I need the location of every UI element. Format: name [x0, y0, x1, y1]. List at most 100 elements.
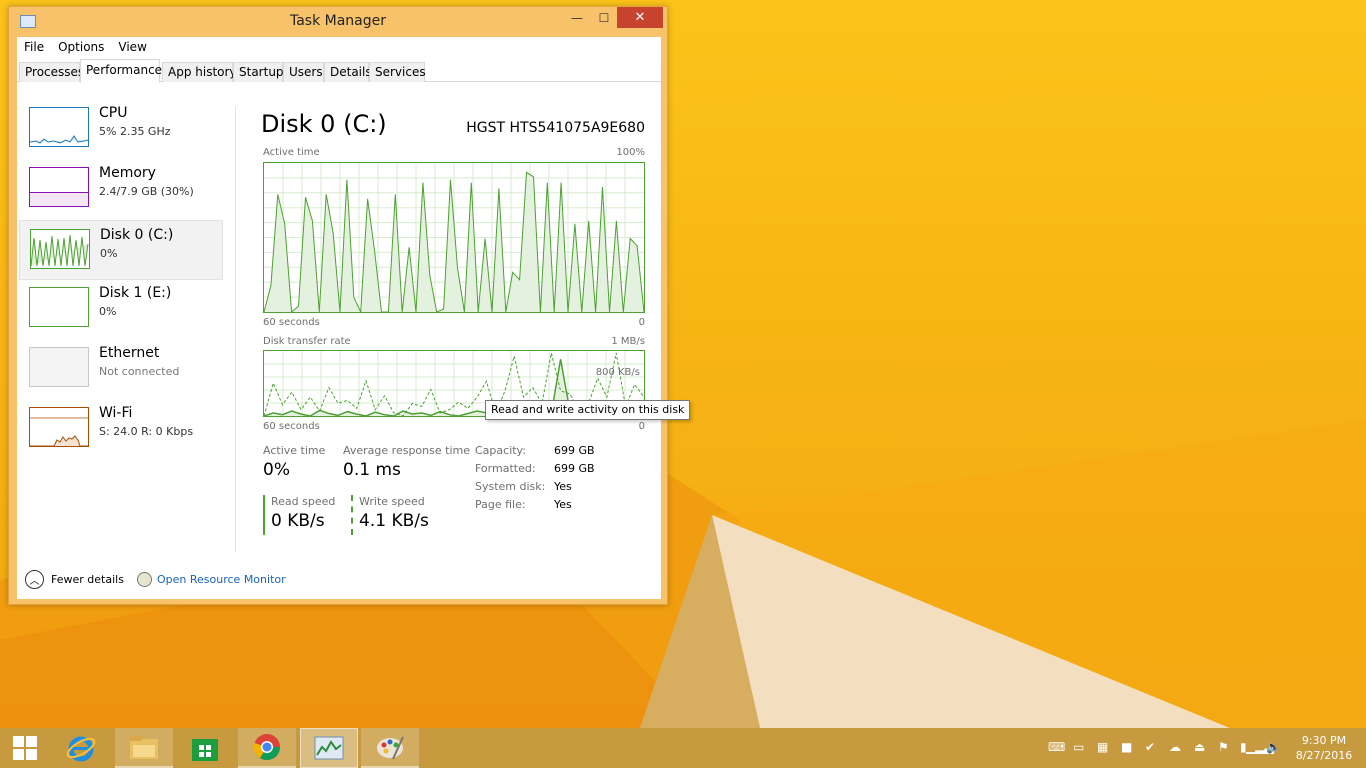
sidebar-item-memory[interactable]: Memory 2.4/7.9 GB (30%)	[19, 159, 223, 219]
sidebar-sub-cpu: 5% 2.35 GHz	[99, 125, 171, 138]
sidebar-divider	[235, 107, 236, 552]
active-time-chart	[264, 163, 644, 312]
menu-bar: File Options View	[17, 37, 661, 59]
taskbar-file-explorer[interactable]	[115, 728, 173, 768]
disk0-thumbnail-graph	[30, 229, 90, 269]
sidebar-item-ethernet[interactable]: Ethernet Not connected	[19, 339, 223, 399]
menu-view[interactable]: View	[111, 37, 153, 59]
sidebar-label-disk-0: Disk 0 (C:)	[100, 227, 174, 243]
tab-processes[interactable]: Processes	[19, 62, 84, 82]
sidebar-sub-ethernet: Not connected	[99, 365, 180, 378]
paint-icon	[377, 736, 404, 760]
disk-title: Disk 0 (C:)	[261, 110, 387, 138]
sidebar-label-cpu: CPU	[99, 105, 128, 121]
tab-startup[interactable]: Startup	[233, 62, 284, 82]
taskbar: ⌨ ▭ ▦ ■ ✔ ☁ ⏏ ⚑ ▮ ▁▂▃ 🔈 9:30 PM 8/27/201…	[0, 728, 1366, 768]
sidebar-sub-disk-1: 0%	[99, 305, 117, 318]
window-footer: ︿ Fewer details Open Resource Monitor	[17, 562, 661, 598]
graph-tooltip: Read and write activity on this disk	[485, 400, 691, 420]
chevron-up-icon[interactable]: ︿	[25, 570, 44, 589]
tab-details[interactable]: Details	[324, 62, 372, 82]
menu-file[interactable]: File	[17, 37, 51, 59]
transfer-rate-mid-label: 800 KB/s	[595, 367, 640, 378]
write-speed-indicator	[351, 495, 353, 535]
clock-date: 8/27/2016	[1295, 749, 1353, 762]
tab-app-history[interactable]: App history	[162, 62, 237, 82]
prop-system-disk-label: System disk:	[475, 480, 546, 493]
stat-active-time-value: 0%	[263, 460, 290, 480]
prop-capacity-value: 699 GB	[554, 444, 595, 457]
prop-page-file-value: Yes	[554, 498, 572, 511]
title-bar[interactable]: Task Manager — ☐ ✕	[9, 7, 667, 37]
memory-thumbnail-graph	[29, 167, 89, 207]
taskbar-paint[interactable]	[361, 728, 419, 768]
sidebar-item-disk-1[interactable]: Disk 1 (E:) 0%	[19, 279, 223, 339]
fewer-details-button[interactable]: Fewer details	[51, 573, 124, 586]
stat-avg-response-label: Average response time	[343, 444, 470, 457]
chrome-icon	[253, 734, 281, 761]
wifi-thumbnail-graph	[29, 407, 89, 447]
disk-model: HGST HTS541075A9E680	[466, 120, 645, 136]
prop-page-file-label: Page file:	[475, 498, 526, 511]
prop-formatted-label: Formatted:	[475, 462, 536, 475]
clock-time: 9:30 PM	[1301, 734, 1347, 747]
stat-write-speed-label: Write speed	[359, 495, 425, 508]
close-button[interactable]: ✕	[617, 7, 663, 28]
window-client-area: File Options View Processes Performance …	[17, 37, 691, 599]
stat-write-speed-value: 4.1 KB/s	[359, 511, 429, 531]
security-icon[interactable]: ■	[1121, 740, 1132, 754]
disk1-thumbnail-graph	[29, 287, 89, 327]
flag-icon[interactable]: ⚑	[1218, 740, 1229, 754]
sidebar-label-ethernet: Ethernet	[99, 345, 160, 361]
usb-icon[interactable]: ⏏	[1194, 740, 1205, 754]
disk-detail-panel: Disk 0 (C:) HGST HTS541075A9E680 Active …	[253, 82, 645, 552]
sidebar-item-wifi[interactable]: Wi-Fi S: 24.0 R: 0 Kbps	[19, 399, 223, 459]
sidebar-item-cpu[interactable]: CPU 5% 2.35 GHz	[19, 99, 223, 159]
tab-users[interactable]: Users	[283, 62, 324, 82]
active-time-graph[interactable]	[263, 162, 645, 313]
checkmark-icon[interactable]: ✔	[1145, 740, 1155, 754]
active-time-graph-max: 100%	[616, 147, 645, 158]
sidebar-label-wifi: Wi-Fi	[99, 405, 133, 421]
sidebar-label-disk-1: Disk 1 (E:)	[99, 285, 172, 301]
active-time-graph-label: Active time	[263, 147, 320, 158]
sidebar-item-disk-0[interactable]: Disk 0 (C:) 0%	[19, 220, 223, 280]
open-resource-monitor-link[interactable]: Open Resource Monitor	[157, 573, 286, 586]
read-speed-indicator	[263, 495, 265, 535]
sidebar-sub-memory: 2.4/7.9 GB (30%)	[99, 185, 194, 198]
start-button[interactable]	[0, 728, 50, 768]
taskbar-chrome[interactable]	[238, 728, 296, 768]
transfer-rate-graph-max: 1 MB/s	[611, 336, 645, 347]
taskbar-internet-explorer[interactable]	[52, 728, 110, 768]
cpu-mini-chart	[29, 135, 89, 144]
stat-read-speed-value: 0 KB/s	[271, 511, 325, 531]
active-time-x-right: 0	[638, 317, 645, 328]
sidebar-sub-wifi: S: 24.0 R: 0 Kbps	[99, 425, 194, 438]
tab-performance[interactable]: Performance	[80, 59, 162, 83]
transfer-rate-x-left: 60 seconds	[263, 421, 320, 432]
prop-system-disk-value: Yes	[554, 480, 572, 493]
language-icon[interactable]: ⌨	[1048, 740, 1065, 754]
keyboard-icon[interactable]: ▦	[1097, 740, 1108, 754]
stat-avg-response-value: 0.1 ms	[343, 460, 401, 480]
display-icon[interactable]: ▭	[1073, 740, 1084, 754]
ethernet-thumbnail-graph	[29, 347, 89, 387]
tab-services[interactable]: Services	[369, 62, 426, 82]
maximize-button[interactable]: ☐	[591, 7, 617, 28]
tab-strip: Processes Performance App history Startu…	[17, 59, 661, 83]
transfer-rate-graph-label: Disk transfer rate	[263, 336, 351, 347]
minimize-button[interactable]: —	[564, 7, 590, 28]
taskbar-task-manager[interactable]	[300, 728, 358, 768]
system-clock[interactable]: 9:30 PM 8/27/2016	[1292, 733, 1356, 763]
windows-logo-icon	[13, 736, 37, 760]
store-icon	[192, 739, 218, 761]
volume-icon[interactable]: 🔈	[1266, 740, 1281, 754]
wifi-mini-chart	[30, 417, 88, 447]
cpu-thumbnail-graph	[29, 107, 89, 147]
active-time-x-left: 60 seconds	[263, 317, 320, 328]
onedrive-icon[interactable]: ☁	[1169, 740, 1181, 754]
menu-options[interactable]: Options	[51, 37, 111, 59]
prop-capacity-label: Capacity:	[475, 444, 526, 457]
internet-explorer-icon	[66, 736, 96, 762]
taskbar-store[interactable]	[176, 728, 234, 768]
